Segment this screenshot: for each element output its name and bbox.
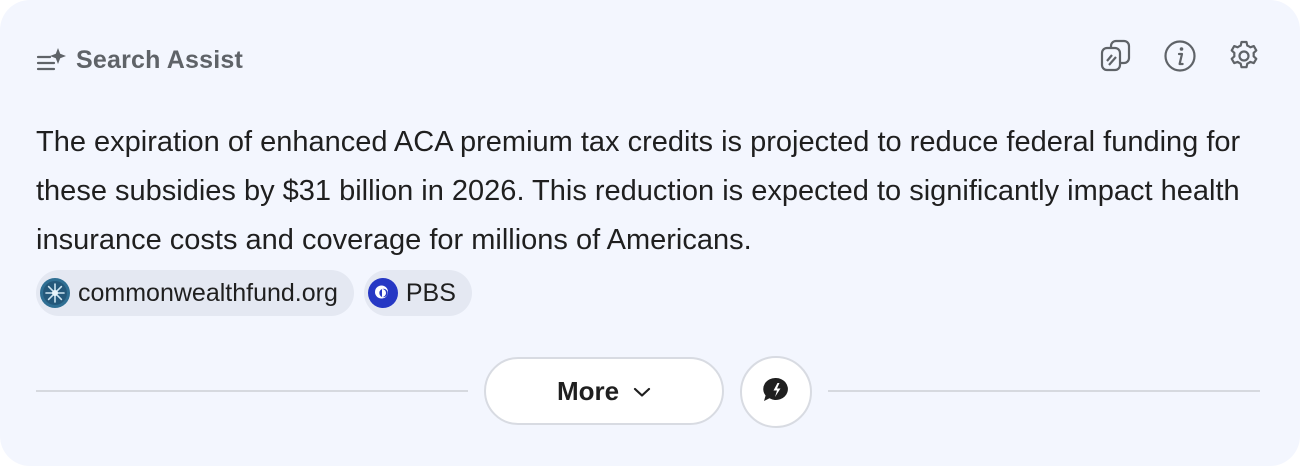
copy-icon [1099, 39, 1133, 78]
sparkle-list-icon [36, 46, 68, 74]
divider-right [828, 390, 1260, 392]
source-chip-commonwealthfund[interactable]: commonwealthfund.org [36, 270, 354, 316]
chat-bubble-icon [761, 375, 791, 410]
more-button[interactable]: More [484, 357, 724, 425]
source-label: commonwealthfund.org [78, 278, 338, 307]
source-chips: commonwealthfund.org PBS [36, 270, 482, 316]
commonwealthfund-favicon [40, 278, 70, 308]
pbs-logo-icon [367, 278, 398, 308]
chat-button[interactable] [740, 356, 812, 428]
chevron-down-icon [633, 385, 651, 397]
info-icon [1163, 39, 1197, 78]
search-assist-title: Search Assist [76, 45, 244, 74]
divider-left [36, 390, 468, 392]
search-assist-header: Search Assist [36, 40, 243, 80]
source-chip-pbs[interactable]: PBS [363, 270, 472, 316]
assist-answer-text: The expiration of enhanced ACA premium t… [36, 126, 1241, 256]
search-assist-card: Search Assist The expiration of enhanced… [0, 0, 1300, 466]
settings-button[interactable] [1224, 38, 1264, 78]
more-button-label: More [556, 375, 620, 406]
settings-gear-icon [1227, 39, 1261, 78]
copy-button[interactable] [1096, 38, 1136, 78]
info-button[interactable] [1160, 38, 1200, 78]
header-toolbar [1072, 38, 1264, 78]
source-label: PBS [405, 278, 456, 307]
